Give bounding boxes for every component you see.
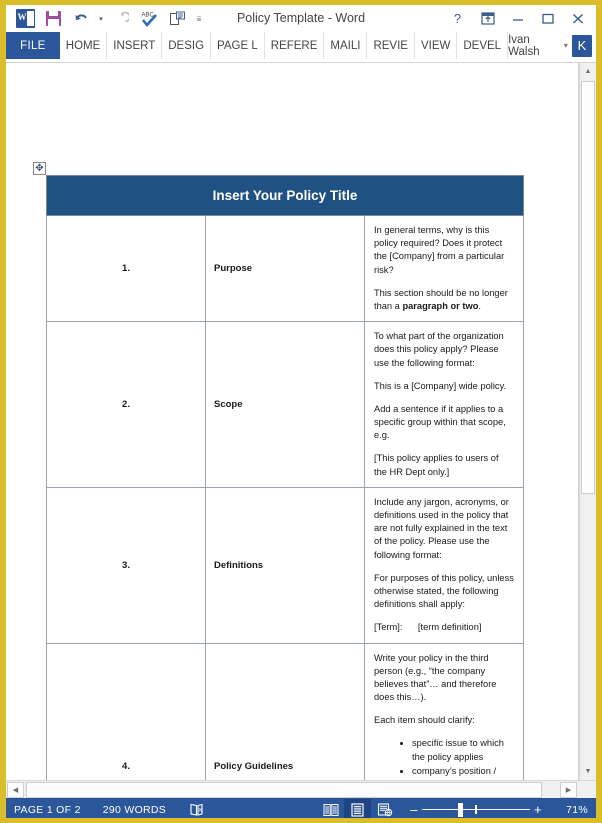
minimize-button[interactable]: [503, 7, 532, 31]
vertical-scroll-thumb[interactable]: [581, 81, 595, 494]
tab-page-layout[interactable]: PAGE L: [211, 32, 265, 59]
row-name: Purpose: [205, 214, 365, 323]
zoom-control: – + 71%: [406, 802, 588, 817]
policy-title[interactable]: Insert Your Policy Title: [46, 175, 524, 216]
row-paragraph: Each item should clarify:: [374, 715, 475, 726]
tab-insert[interactable]: INSERT: [107, 32, 163, 59]
row-body[interactable]: To what part of the organization does th…: [364, 321, 524, 488]
table-row: 3. Definitions Include any jargon, acron…: [46, 486, 524, 644]
ribbon-display-options-button[interactable]: [473, 7, 502, 31]
table-move-handle-icon[interactable]: ✥: [33, 162, 46, 175]
tab-mailings[interactable]: MAILI: [324, 32, 368, 59]
tab-review[interactable]: REVIE: [367, 32, 415, 59]
restore-button[interactable]: [533, 7, 562, 31]
row-name: Scope: [205, 321, 365, 488]
account-name: Ivan Walsh: [508, 33, 540, 58]
tab-references[interactable]: REFERE: [265, 32, 325, 59]
tab-home[interactable]: HOME: [60, 32, 108, 59]
zoom-out-button[interactable]: –: [406, 802, 422, 817]
save-icon[interactable]: [40, 7, 66, 31]
table-row: 2. Scope To what part of the organizatio…: [46, 321, 524, 488]
scroll-up-icon[interactable]: ▲: [580, 63, 596, 80]
row-paragraph: Include any jargon, acronyms, or definit…: [374, 496, 509, 560]
title-bar: W ▾ ABC ⩸ Policy Template - Word ?: [6, 5, 596, 32]
row-paragraph: For purposes of this policy, unless othe…: [374, 572, 514, 610]
policy-template-table: Insert Your Policy Title 1. Purpose In g…: [46, 175, 524, 780]
zoom-level[interactable]: 71%: [552, 804, 588, 816]
row-number: 2.: [46, 321, 206, 488]
row-name: Definitions: [205, 486, 365, 644]
list-item: company’s position / behavior / action i…: [412, 765, 514, 780]
scroll-left-icon[interactable]: ◀: [7, 781, 24, 798]
row-number: 3.: [46, 486, 206, 644]
scroll-right-icon[interactable]: ▶: [560, 781, 577, 798]
row-paragraph: This section should be no longer than a …: [374, 287, 508, 311]
status-bar-right: – + 71%: [317, 799, 588, 818]
zoom-in-button[interactable]: +: [530, 802, 546, 817]
print-layout-view-button[interactable]: [344, 799, 371, 818]
row-paragraph: This is a [Company] wide policy.: [374, 380, 507, 391]
print-preview-icon[interactable]: [164, 7, 190, 31]
ribbon-tab-bar: FILE HOME INSERT DESIG PAGE L REFERE MAI…: [6, 32, 596, 60]
read-mode-view-button[interactable]: [317, 799, 344, 818]
customize-quick-access-icon[interactable]: ⩸: [192, 7, 206, 31]
quick-access-toolbar: W ▾ ABC ⩸: [6, 7, 206, 31]
horizontal-scrollbar[interactable]: ◀ ▶: [6, 780, 596, 798]
undo-dropdown-icon[interactable]: ▾: [96, 7, 106, 31]
row-paragraph: [This policy applies to users of the HR …: [374, 453, 499, 477]
table-row: 1. Purpose In general terms, why is this…: [46, 214, 524, 323]
spelling-check-icon[interactable]: ABC: [136, 7, 162, 31]
zoom-slider-thumb[interactable]: [458, 802, 463, 817]
avatar[interactable]: K: [571, 34, 592, 57]
list-item: specific issue to which the policy appli…: [412, 737, 514, 763]
row-paragraph: To what part of the organization does th…: [374, 331, 504, 368]
word-app-icon[interactable]: W: [12, 7, 38, 31]
svg-text:x: x: [198, 806, 202, 813]
tab-view[interactable]: VIEW: [415, 32, 458, 59]
row-paragraph: Write your policy in the third person (e…: [374, 652, 497, 703]
row-paragraph: Add a sentence if it applies to a specif…: [374, 403, 506, 441]
tab-design[interactable]: DESIG: [162, 32, 212, 59]
horizontal-scroll-track[interactable]: [26, 781, 558, 798]
close-button[interactable]: [563, 7, 592, 31]
document-page[interactable]: ✥ Insert Your Policy Title 1. Purpose In…: [6, 63, 579, 780]
redo-icon[interactable]: [108, 7, 134, 31]
account-area[interactable]: Ivan Walsh ▾ K: [508, 32, 596, 59]
web-layout-view-button[interactable]: [371, 799, 398, 818]
row-body[interactable]: Write your policy in the third person (e…: [364, 642, 524, 780]
proofing-errors-icon[interactable]: x: [188, 802, 206, 817]
page-indicator[interactable]: PAGE 1 OF 2: [14, 804, 81, 816]
help-button[interactable]: ?: [443, 7, 472, 31]
document-canvas[interactable]: ✥ Insert Your Policy Title 1. Purpose In…: [6, 63, 579, 780]
horizontal-scroll-thumb[interactable]: [26, 781, 542, 798]
tab-developer[interactable]: DEVEL: [457, 32, 509, 59]
row-number: 1.: [46, 214, 206, 323]
workspace: ✥ Insert Your Policy Title 1. Purpose In…: [6, 63, 596, 780]
table-row: 4. Policy Guidelines Write your policy i…: [46, 642, 524, 780]
row-body[interactable]: Include any jargon, acronyms, or definit…: [364, 486, 524, 644]
row-bullet-list: specific issue to which the policy appli…: [374, 737, 514, 780]
zoom-slider-midpoint: [475, 804, 477, 814]
window-controls: ?: [443, 7, 596, 31]
status-bar: PAGE 1 OF 2 290 WORDS x – + 71%: [6, 798, 596, 818]
undo-icon[interactable]: [68, 7, 94, 31]
tab-file[interactable]: FILE: [6, 32, 60, 59]
word-count[interactable]: 290 WORDS: [103, 804, 166, 816]
table-title-row: Insert Your Policy Title: [46, 175, 524, 216]
word-window: W ▾ ABC ⩸ Policy Template - Word ? FILE …: [0, 0, 602, 823]
chevron-down-icon[interactable]: ▾: [564, 41, 568, 50]
vertical-scrollbar[interactable]: ▲ ▼: [579, 63, 596, 780]
row-name: Policy Guidelines: [205, 642, 365, 780]
scroll-down-icon[interactable]: ▼: [580, 763, 596, 780]
row-number: 4.: [46, 642, 206, 780]
row-body[interactable]: In general terms, why is this policy req…: [364, 214, 524, 323]
zoom-slider[interactable]: [422, 802, 530, 817]
row-paragraph: [Term]: [term definition]: [374, 622, 482, 633]
row-paragraph: In general terms, why is this policy req…: [374, 225, 505, 275]
